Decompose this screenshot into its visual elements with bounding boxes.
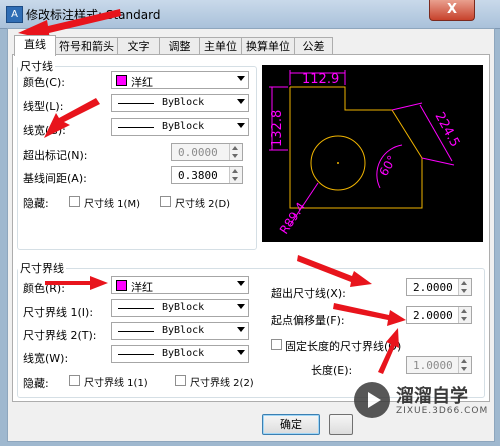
red-arrow-extend: [297, 255, 372, 287]
tab-lines[interactable]: 直线: [14, 35, 56, 56]
red-arrow-fixed: [378, 328, 399, 374]
red-arrow-offset: [333, 303, 406, 326]
red-arrow-dim-color: [44, 98, 100, 138]
annotation-arrows: [18, 9, 406, 374]
red-arrow-ext-color: [45, 276, 108, 290]
